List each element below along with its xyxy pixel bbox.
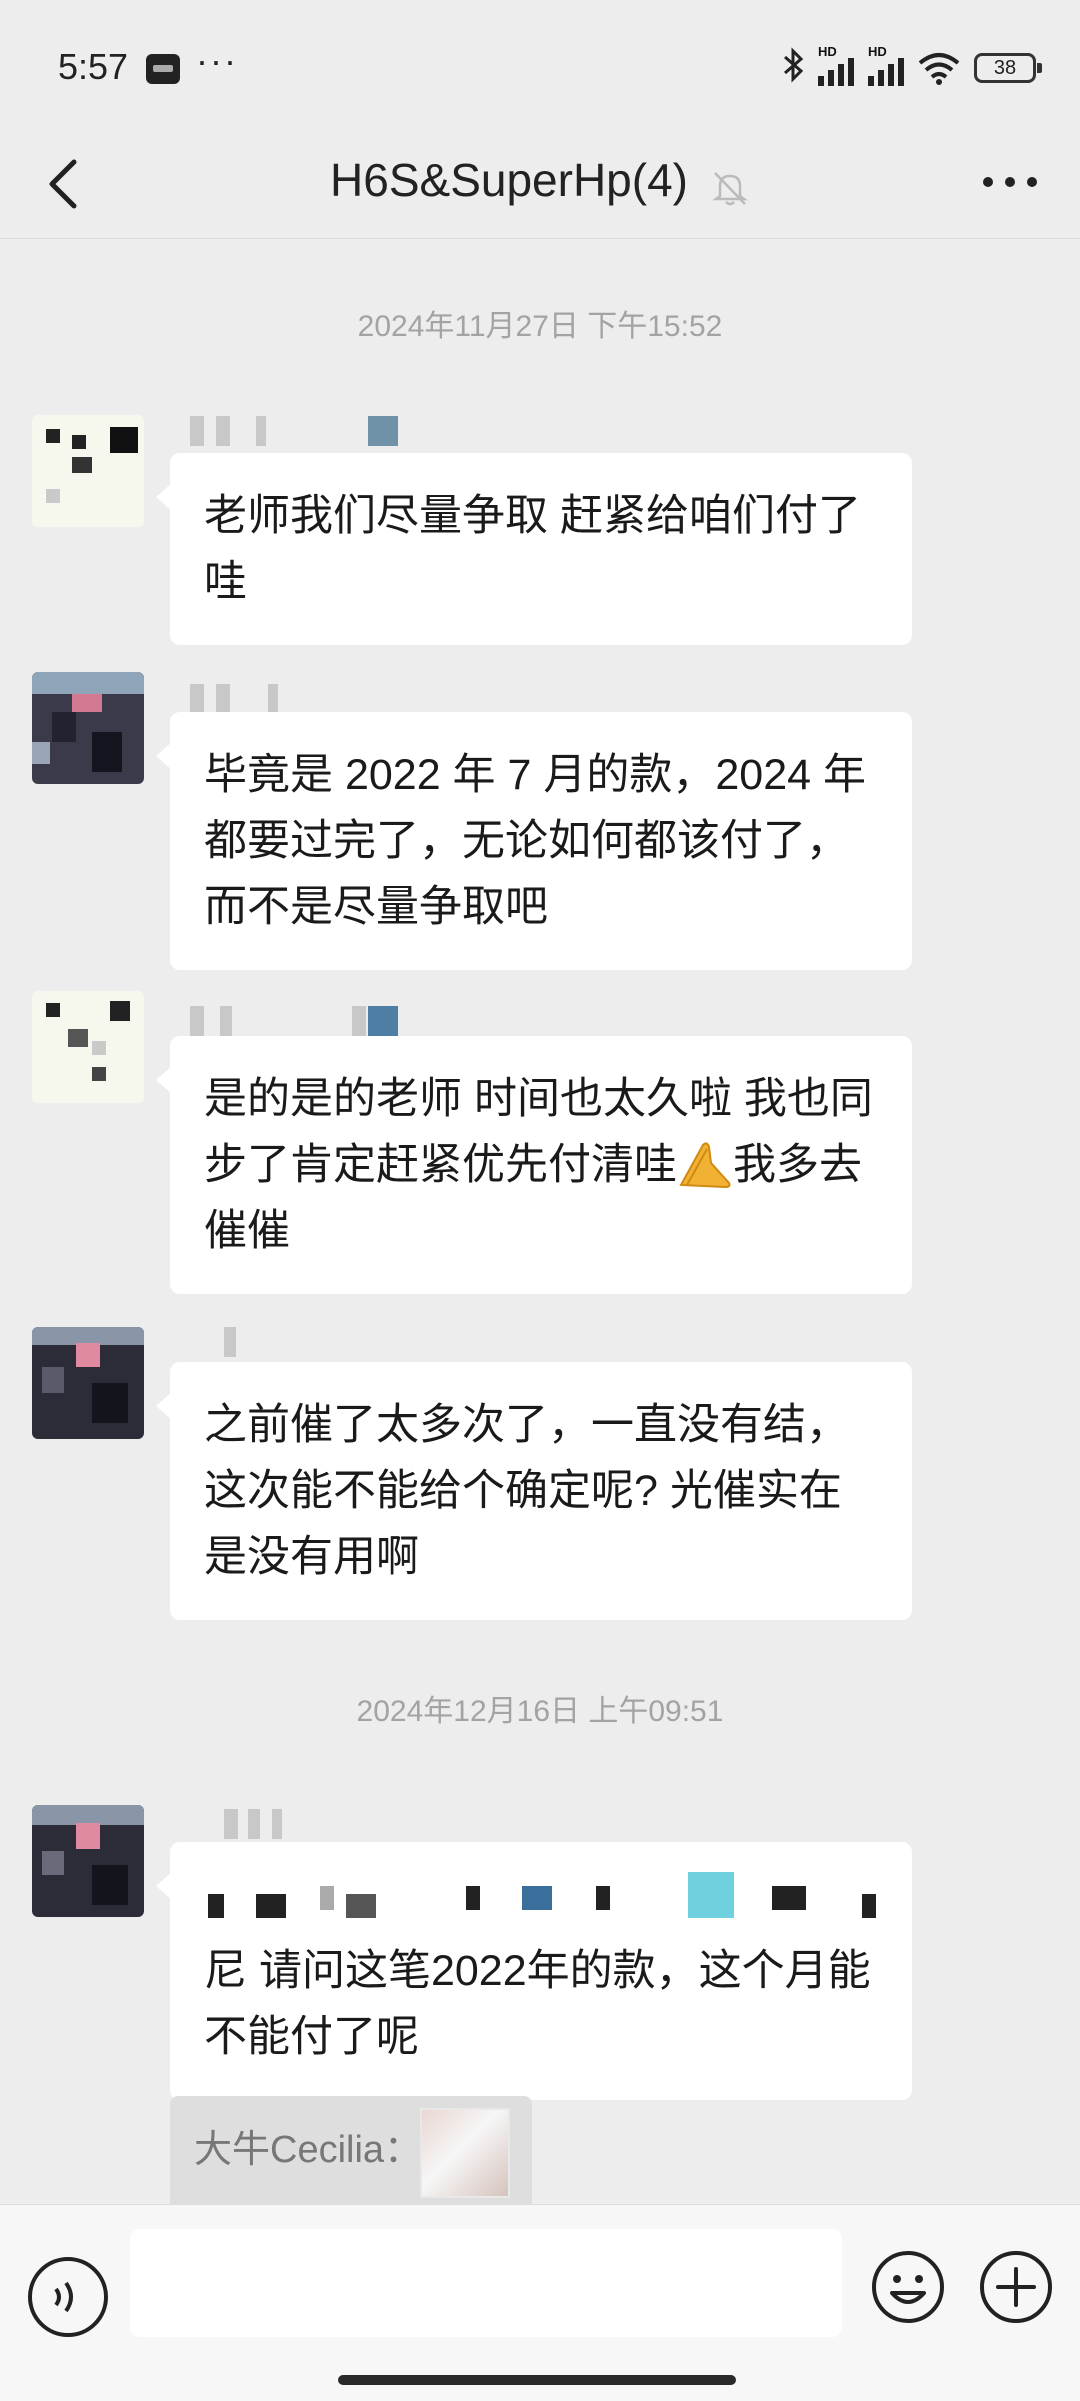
message-input[interactable] bbox=[130, 2229, 842, 2337]
app-notification-icon bbox=[146, 54, 180, 84]
timestamp: 2024年11月27日 下午15:52 bbox=[357, 310, 723, 343]
message-text: 毕竟是 2022 年 7 月的款，2024 年都要过完了，无论如何都该付了，而不… bbox=[204, 751, 866, 931]
battery-icon: 38 bbox=[974, 53, 1042, 83]
message-text: 尼 请问这笔2022年的款，这个月能不能付了呢 bbox=[204, 1947, 871, 2061]
signal-icon-2: HD bbox=[868, 44, 904, 86]
input-bar bbox=[0, 2204, 1080, 2401]
bell-off-icon bbox=[710, 160, 750, 206]
home-indicator[interactable] bbox=[338, 2375, 736, 2385]
status-bar: 5:57 ··· HD HD 38 bbox=[0, 0, 1080, 130]
message-bubble[interactable]: 老师我们尽量争取 赶紧给咱们付了哇 bbox=[156, 453, 912, 645]
quoted-message[interactable]: 大牛Cecilia： bbox=[170, 2096, 532, 2204]
message-bubble[interactable]: 之前催了太多次了，一直没有结，这次能不能给个确定呢? 光催实在是没有用啊 bbox=[156, 1362, 912, 1620]
avatar[interactable] bbox=[32, 672, 144, 784]
smiley-icon[interactable] bbox=[870, 2249, 946, 2325]
chat-message-list[interactable]: 2024年11月27日 下午15:52 老师我们尽量争取 赶紧给咱们付了哇 毕竟… bbox=[0, 239, 1080, 2204]
avatar[interactable] bbox=[32, 415, 144, 527]
message-bubble[interactable]: 毕竟是 2022 年 7 月的款，2024 年都要过完了，无论如何都该付了，而不… bbox=[156, 712, 912, 970]
timestamp: 2024年12月16日 上午09:51 bbox=[356, 1695, 724, 1728]
redacted-text bbox=[204, 1872, 878, 1938]
status-time: 5:57 bbox=[58, 46, 129, 87]
chat-header: H6S&SuperHp(4) bbox=[0, 130, 1080, 239]
status-indicators: HD HD 38 bbox=[782, 44, 1042, 89]
message-text: 老师我们尽量争取 赶紧给咱们付了哇 bbox=[204, 492, 861, 606]
palms-together-emoji bbox=[677, 1139, 733, 1189]
avatar[interactable] bbox=[32, 1327, 144, 1439]
message-text: 之前催了太多次了，一直没有结，这次能不能给个确定呢? 光催实在是没有用啊 bbox=[204, 1401, 849, 1581]
plus-circle-icon[interactable] bbox=[978, 2249, 1054, 2325]
message-bubble[interactable]: 尼 请问这笔2022年的款，这个月能不能付了呢 bbox=[156, 1842, 912, 2100]
quote-thumbnail[interactable] bbox=[420, 2108, 510, 2198]
ellipsis-icon[interactable] bbox=[980, 172, 1040, 192]
voice-icon[interactable] bbox=[26, 2255, 110, 2339]
avatar[interactable] bbox=[32, 1805, 144, 1917]
bluetooth-icon bbox=[782, 47, 804, 89]
wifi-icon bbox=[918, 51, 960, 85]
chat-title: H6S&SuperHp(4) bbox=[330, 154, 688, 206]
avatar[interactable] bbox=[32, 991, 144, 1103]
message-bubble[interactable]: 是的是的老师 时间也太久啦 我也同步了肯定赶紧优先付清哇 我多去催催 bbox=[156, 1036, 912, 1294]
more-notifications-icon: ··· bbox=[196, 40, 238, 81]
quote-sender: 大牛Cecilia： bbox=[194, 2129, 423, 2171]
signal-icon-1: HD bbox=[818, 44, 854, 86]
